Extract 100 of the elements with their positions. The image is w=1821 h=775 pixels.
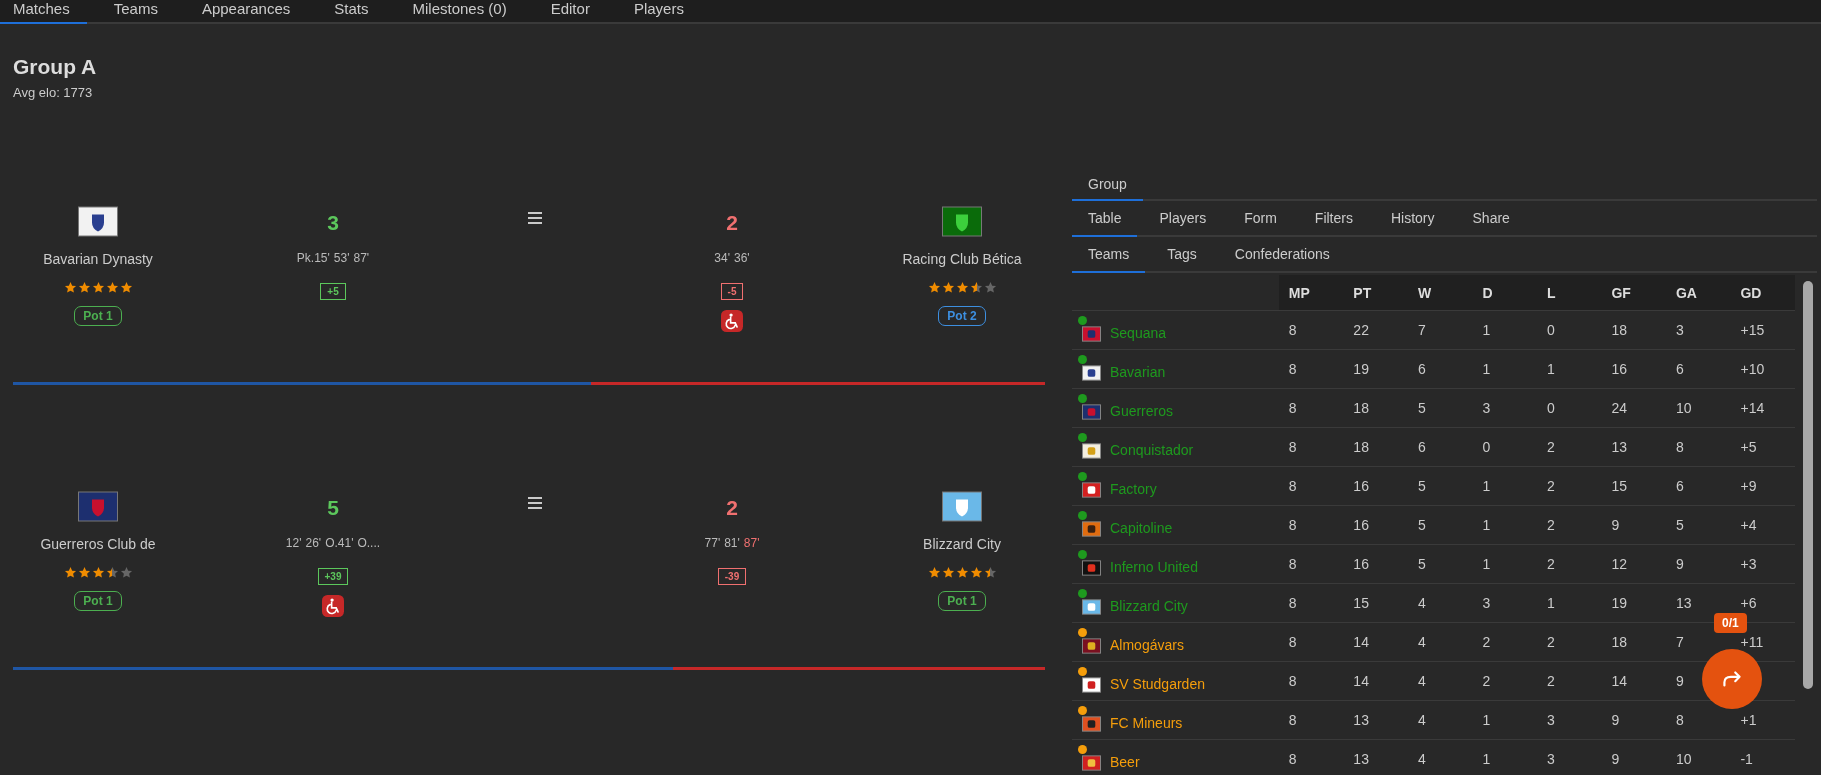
nav-tab[interactable]: Milestones (0) [395,2,524,24]
table-cell: 1 [1482,478,1491,494]
share-button[interactable] [1702,649,1762,709]
elo-change-tag: +39 [317,568,349,585]
table-cell: 6 [1675,478,1684,494]
table-cell: 16 [1353,478,1369,494]
column-header[interactable]: MP [1278,275,1344,310]
pot-tag: Pot 1 [938,591,986,611]
table-cell: 13 [1675,595,1692,611]
menu-icon[interactable] [527,497,543,509]
goal-minute: 34' [714,251,730,265]
team-link[interactable]: Bavarian [1110,363,1166,380]
team-link[interactable]: Guerreros [1110,402,1174,419]
table-cell: 4 [1417,673,1426,689]
team-crest-icon [1082,716,1101,732]
table-cell: 8 [1288,673,1297,689]
table-cell: 10 [1675,400,1692,416]
column-header[interactable]: D [1472,275,1537,310]
table-cell: 15 [1353,595,1369,611]
team-link[interactable]: Capitoline [1110,519,1173,536]
team-link[interactable]: Sequana [1110,324,1167,341]
table-cell: 1 [1546,361,1555,377]
nav-tab[interactable]: Stats [317,2,386,24]
column-header[interactable]: PT [1343,275,1408,310]
table-cell: 8 [1288,712,1297,728]
table-cell: 3 [1482,400,1491,416]
table-cell: 8 [1288,556,1297,572]
table-cell: 5 [1417,478,1426,494]
team-link[interactable]: Beer [1110,753,1140,770]
subview-tab[interactable]: Confederations [1218,237,1346,273]
team-link[interactable]: FC Mineurs [1110,714,1183,731]
view-tab[interactable]: History [1374,201,1451,237]
table-cell: 14 [1611,673,1627,689]
column-header[interactable]: GD [1730,275,1795,310]
view-tab[interactable]: Players [1143,201,1223,237]
table-cell: 1 [1546,595,1555,611]
table-cell: +11 [1740,634,1764,650]
table-cell: 24 [1611,400,1627,416]
table-cell: 1 [1482,751,1491,767]
subview-tab[interactable]: Tags [1151,237,1213,273]
column-header[interactable]: GF [1601,275,1666,310]
table-cell: +14 [1740,400,1765,416]
nav-tab[interactable]: Players [616,2,701,24]
score: 2 [726,496,738,520]
table-cell: +3 [1740,556,1757,572]
nav-tab[interactable]: Editor [533,2,607,24]
team-crest-icon [1082,638,1101,654]
table-cell: 16 [1353,517,1369,533]
goal-minute: 26' [305,536,322,550]
score: 2 [726,211,738,235]
view-tab[interactable]: Share [1456,201,1526,237]
nav-tab[interactable]: Matches [0,2,87,24]
table-cell: 8 [1288,751,1297,767]
nav-tab[interactable]: Teams [96,2,175,24]
table-cell: 6 [1417,439,1426,455]
goal-minute: 77' [704,536,721,550]
table-cell: 2 [1546,439,1555,455]
table-cell: 18 [1353,439,1369,455]
table-cell: 15 [1611,478,1627,494]
subview-tab[interactable]: Teams [1072,237,1146,273]
table-cell: 10 [1675,751,1692,767]
panel-tab[interactable]: Group [1072,169,1143,201]
scrollbar[interactable] [1803,281,1813,689]
table-cell: 2 [1546,634,1555,650]
score: 3 [327,211,339,235]
table-cell: 2 [1546,556,1555,572]
table-cell: -1 [1740,751,1753,767]
team-name: Bavarian Dynasty [43,251,153,267]
nav-tab[interactable]: Appearances [184,2,308,24]
table-cell: 8 [1288,322,1297,338]
view-tab[interactable]: Table [1072,201,1138,237]
table-cell: 4 [1417,751,1426,767]
team-link[interactable]: Almogávars [1110,636,1184,653]
team-crest-icon [1082,521,1101,537]
goal-minute: O.41' [325,536,354,550]
team-link[interactable]: Factory [1110,480,1157,497]
column-header[interactable]: L [1536,275,1602,310]
team-link[interactable]: Blizzard City [1110,597,1188,614]
team-link[interactable]: SV Studgarden [1110,675,1205,692]
view-tab[interactable]: Filters [1298,201,1369,237]
table-cell: 1 [1482,556,1491,572]
table-cell: 13 [1353,712,1369,728]
table-cell: 8 [1288,361,1297,377]
table-cell: 7 [1675,634,1684,650]
table-cell: 3 [1675,322,1684,338]
team-link[interactable]: Inferno United [1110,558,1198,575]
table-cell: 14 [1353,673,1369,689]
elo-change-tag: -5 [720,283,744,300]
column-header[interactable]: W [1407,275,1473,310]
menu-icon[interactable] [527,212,543,224]
avg-elo: Avg elo: 1773 [13,85,94,100]
team-crest-icon [1082,326,1101,342]
view-tab[interactable]: Form [1228,201,1293,237]
table-cell: +5 [1740,439,1757,455]
table-cell: 1 [1482,361,1491,377]
team-name: Blizzard City [923,536,1001,552]
table-cell: +6 [1740,595,1757,611]
team-link[interactable]: Conquistador [1110,441,1194,458]
table-cell: 2 [1546,673,1555,689]
column-header[interactable]: GA [1665,275,1731,310]
